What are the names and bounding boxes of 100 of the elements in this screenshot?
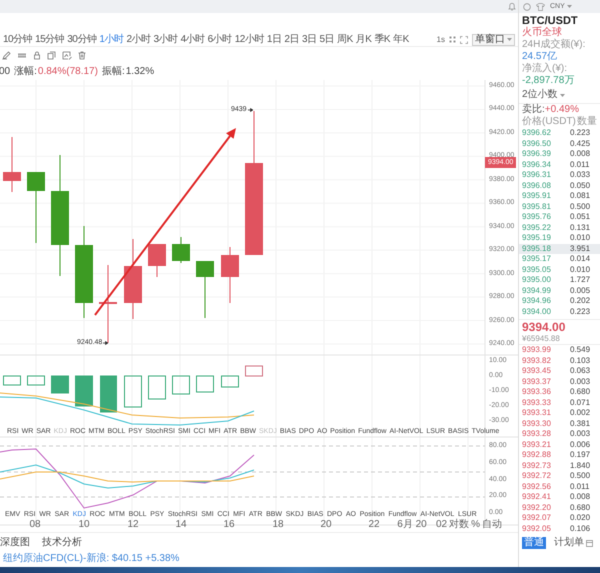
ask-price: 9396.34 <box>522 160 552 169</box>
refresh-interval[interactable]: 1s <box>436 34 445 46</box>
ask-price: 9395.17 <box>522 255 552 264</box>
order-row[interactable]: 9395.18 3.951 <box>519 244 600 254</box>
order-type-tab[interactable]: 计划单 <box>552 537 595 549</box>
candlestick <box>3 136 21 192</box>
ask-quantity: 0.081 <box>570 192 590 200</box>
caret-icon <box>507 38 512 41</box>
change-label: 涨幅: <box>14 66 37 76</box>
timeframe-tab[interactable]: 年K <box>393 34 409 44</box>
bid-price: 9392.41 <box>522 493 552 502</box>
bid-price: 9393.21 <box>522 440 552 449</box>
timeframe-tab[interactable]: 1小时 <box>99 34 124 44</box>
timeframe-tab[interactable]: 10分钟 <box>3 34 32 44</box>
timeframe-tab[interactable]: 周K <box>337 34 353 44</box>
lock-icon[interactable] <box>33 50 41 60</box>
column-header: 价格(USDT) <box>522 116 576 128</box>
order-type-tab[interactable]: 普通 <box>522 537 546 549</box>
histogram-bar <box>51 376 69 394</box>
histogram-bar <box>148 376 166 400</box>
timeframe-tab[interactable]: 30分钟 <box>67 34 96 44</box>
timeframe-tab[interactable]: 4小时 <box>180 34 205 44</box>
histogram-bar <box>75 376 93 406</box>
ask-quantity: 0.050 <box>570 182 590 190</box>
axis-label: 08 <box>29 520 41 530</box>
axis-control[interactable]: 自动 <box>482 520 502 530</box>
candlestick <box>172 236 190 264</box>
bid-quantity: 0.008 <box>570 493 590 502</box>
image-edit-icon[interactable] <box>62 50 72 60</box>
last-price-cny: ¥65945.88 <box>519 334 600 345</box>
window-icon <box>586 540 593 546</box>
axis-control[interactable]: 对数 <box>449 520 470 530</box>
bid-price: 9392.72 <box>522 472 552 480</box>
ask-quantity: 0.500 <box>570 202 590 211</box>
pair-title: BTC/USDT <box>522 15 578 27</box>
window-layout-dropdown[interactable]: 单窗口 <box>472 34 515 46</box>
bid-price: 9393.45 <box>522 367 552 376</box>
bid-quantity: 0.680 <box>570 388 590 396</box>
shirt-icon[interactable] <box>536 2 545 10</box>
copy-icon[interactable] <box>47 50 56 60</box>
ratio-value: +0.49% <box>544 104 579 116</box>
panel-tab[interactable]: 深度图 <box>0 535 30 550</box>
exchange-name: 火币全球 <box>522 27 562 38</box>
timeframe-tab[interactable]: 2小时 <box>126 34 150 44</box>
ask-quantity: 0.131 <box>570 224 590 232</box>
ask-price: 9395.18 <box>522 244 552 253</box>
ask-price: 9394.99 <box>522 286 552 295</box>
inflow-value: -2,897.78万 <box>522 75 574 87</box>
timeframe-tab[interactable]: 3日 <box>302 34 316 44</box>
axis-label: 10 <box>78 520 90 530</box>
timeframe-tab[interactable]: 季K <box>374 34 390 44</box>
volume-label: 24H成交额(¥): <box>522 39 586 51</box>
bid-price: 9393.37 <box>522 378 552 386</box>
panel-tab[interactable]: 技术分析 <box>42 535 82 550</box>
trash-icon[interactable] <box>78 50 86 60</box>
last-price: 9394.00 <box>519 319 600 334</box>
volume-value: 24.57亿 <box>522 51 558 62</box>
axis-control[interactable]: 02 <box>436 520 448 530</box>
axis-label: 16 <box>223 520 235 530</box>
bid-quantity: 0.006 <box>570 440 590 449</box>
ruler-icon[interactable] <box>17 50 27 60</box>
arrow-icon <box>248 108 253 112</box>
bid-quantity: 0.103 <box>570 356 590 365</box>
bid-price: 9392.07 <box>522 514 552 522</box>
bid-price: 9392.05 <box>522 524 552 533</box>
axis-label: 22 <box>368 520 380 530</box>
timeframe-tab[interactable]: 15分钟 <box>35 34 64 44</box>
bid-price: 9393.99 <box>522 346 552 354</box>
axis-control[interactable]: % <box>471 520 480 530</box>
ask-price: 9395.00 <box>522 276 552 284</box>
bell-icon[interactable] <box>508 2 516 11</box>
bid-quantity: 1.840 <box>570 462 590 470</box>
bid-quantity: 0.197 <box>570 451 590 460</box>
axis-label: 6月 20 <box>397 520 427 530</box>
caret-icon <box>560 94 565 96</box>
timeframe-tab[interactable]: 12小时 <box>234 34 264 44</box>
fullscreen-icon[interactable] <box>460 36 468 44</box>
ratio-label: 卖比: <box>522 104 545 116</box>
ask-quantity: 0.425 <box>570 140 590 148</box>
dots-grid-icon[interactable] <box>449 36 456 43</box>
bid-quantity: 0.071 <box>570 398 590 407</box>
timeframe-tab[interactable]: 1日 <box>266 34 282 44</box>
timeframe-tab[interactable]: 5日 <box>320 34 334 44</box>
bid-price: 9393.82 <box>522 356 552 365</box>
pencil-icon[interactable] <box>2 50 11 60</box>
ask-price: 9396.08 <box>522 182 552 190</box>
column-header: 数量 <box>577 116 597 128</box>
timeframe-tab[interactable]: 3小时 <box>154 34 178 44</box>
ask-quantity: 0.202 <box>570 297 590 306</box>
amplitude-label: 振幅: <box>102 66 125 76</box>
timeframe-tab[interactable]: 6小时 <box>208 34 232 44</box>
bid-quantity: 0.680 <box>570 504 590 512</box>
ask-price: 9396.50 <box>522 140 552 148</box>
axis-label: 14 <box>175 520 187 530</box>
amplitude-value: 1.32% <box>126 66 154 76</box>
circle-icon[interactable] <box>523 2 531 10</box>
decimals-dropdown[interactable]: 2位小数 <box>519 89 568 101</box>
timeframe-tab[interactable]: 月K <box>356 34 372 44</box>
timeframe-tab[interactable]: 2日 <box>284 34 299 44</box>
news-ticker-link[interactable]: 纽约原油CFD(CL)-新浪: $40.15 +5.38% <box>3 554 180 564</box>
